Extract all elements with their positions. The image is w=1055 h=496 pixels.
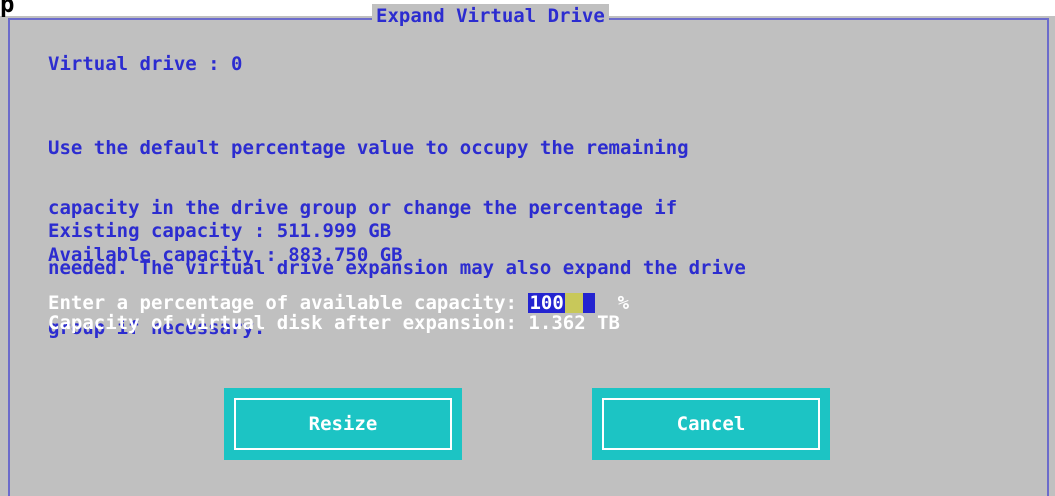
text-cursor	[564, 293, 583, 313]
virtual-drive-line: Virtual drive : 0	[48, 53, 243, 75]
existing-capacity: Existing capacity : 511.999 GB	[48, 220, 392, 242]
description-line: capacity in the drive group or change th…	[48, 197, 678, 219]
dialog-title: Expand Virtual Drive	[372, 4, 609, 28]
input-padding	[582, 293, 595, 313]
percentage-prompt: Enter a percentage of available capacity…	[48, 292, 529, 314]
top-strip-label: p	[0, 0, 15, 18]
percentage-row: Enter a percentage of available capacity…	[48, 293, 629, 313]
screen: p Expand Virtual Drive Virtual drive : 0…	[0, 0, 1055, 496]
percentage-input[interactable]: 100	[528, 293, 595, 313]
available-capacity: Available capacity : 883.750 GB	[48, 244, 403, 266]
resize-button[interactable]: Resize	[224, 388, 462, 460]
description-line: Use the default percentage value to occu…	[48, 137, 689, 159]
percentage-unit: %	[617, 292, 630, 314]
resize-button-label[interactable]: Resize	[234, 398, 452, 450]
percentage-value[interactable]: 100	[528, 293, 565, 313]
percentage-gap	[595, 292, 618, 314]
capacity-after-expansion: Capacity of virtual disk after expansion…	[48, 312, 620, 334]
cancel-button-label[interactable]: Cancel	[602, 398, 820, 450]
cancel-button[interactable]: Cancel	[592, 388, 830, 460]
